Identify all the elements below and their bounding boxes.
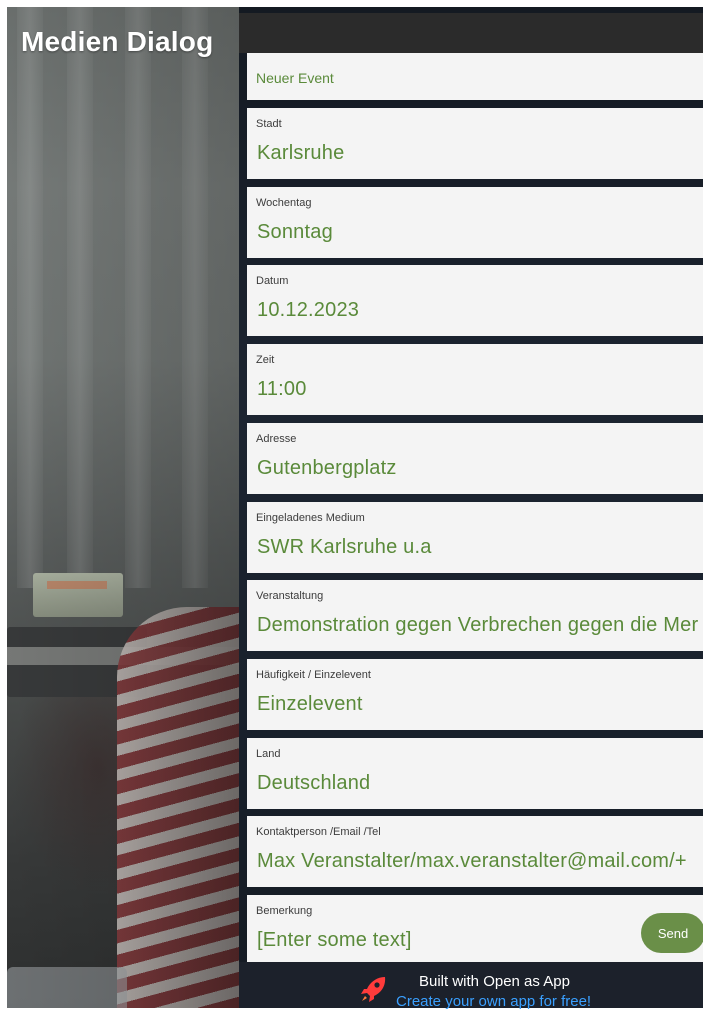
new-event-label: Neuer Event [256, 70, 334, 86]
field-value[interactable]: SWR Karlsruhe u.a [257, 536, 432, 559]
field-wochentag[interactable]: Wochentag Sonntag [247, 187, 703, 258]
field-label: Eingeladenes Medium [256, 512, 365, 524]
field-stadt[interactable]: Stadt Karlsruhe [247, 108, 703, 179]
field-value[interactable]: Gutenbergplatz [257, 457, 397, 480]
field-value[interactable]: Karlsruhe [257, 142, 344, 165]
footer-built-with-text: Built with Open as App [419, 973, 570, 990]
field-value[interactable]: Deutschland [257, 772, 370, 795]
field-value[interactable]: Demonstration gegen Verbrechen gegen die… [257, 614, 698, 637]
field-land[interactable]: Land Deutschland [247, 738, 703, 809]
rocket-icon [361, 977, 386, 1002]
field-label: Wochentag [256, 197, 312, 209]
field-label: Datum [256, 275, 289, 287]
remark-input[interactable]: [Enter some text] [257, 929, 412, 952]
new-event-header: Neuer Event [247, 53, 703, 100]
panel-header-bar [239, 13, 703, 53]
field-label: Veranstaltung [256, 590, 324, 602]
field-adresse[interactable]: Adresse Gutenbergplatz [247, 423, 703, 494]
send-button[interactable]: Send [641, 913, 703, 953]
app-screen: Medien Dialog Neuer Event Stadt Karlsruh… [0, 0, 703, 1015]
field-value[interactable]: Max Veranstalter/max.veranstalter@mail.c… [257, 850, 687, 873]
field-label: Adresse [256, 433, 297, 445]
field-veranstaltung[interactable]: Veranstaltung Demonstration gegen Verbre… [247, 580, 703, 651]
field-kontaktperson[interactable]: Kontaktperson /Email /Tel Max Veranstalt… [247, 816, 703, 887]
field-value[interactable]: 10.12.2023 [257, 299, 359, 322]
field-bemerkung[interactable]: Bemerkung [Enter some text] Send [247, 895, 703, 966]
field-value[interactable]: Einzelevent [257, 693, 363, 716]
field-label: Bemerkung [256, 905, 313, 917]
field-label: Zeit [256, 354, 275, 366]
background-photo [7, 7, 247, 1008]
field-datum[interactable]: Datum 10.12.2023 [247, 265, 703, 336]
app-title: Medien Dialog [21, 26, 214, 57]
field-value[interactable]: Sonntag [257, 221, 333, 244]
footer-create-app-link[interactable]: Create your own app for free! [396, 993, 591, 1010]
field-label: Kontaktperson /Email /Tel [256, 826, 381, 838]
field-label: Häufigkeit / Einzelevent [256, 669, 371, 681]
footer-banner[interactable]: Built with Open as App Create your own a… [239, 962, 703, 1010]
field-label: Land [256, 748, 281, 760]
field-value[interactable]: 11:00 [257, 378, 307, 401]
field-haeufigkeit[interactable]: Häufigkeit / Einzelevent Einzelevent [247, 659, 703, 730]
form-panel: Neuer Event Stadt Karlsruhe Wochentag So… [239, 7, 703, 1008]
field-zeit[interactable]: Zeit 11:00 [247, 344, 703, 415]
field-label: Stadt [256, 118, 282, 130]
field-eingeladenes-medium[interactable]: Eingeladenes Medium SWR Karlsruhe u.a [247, 502, 703, 573]
